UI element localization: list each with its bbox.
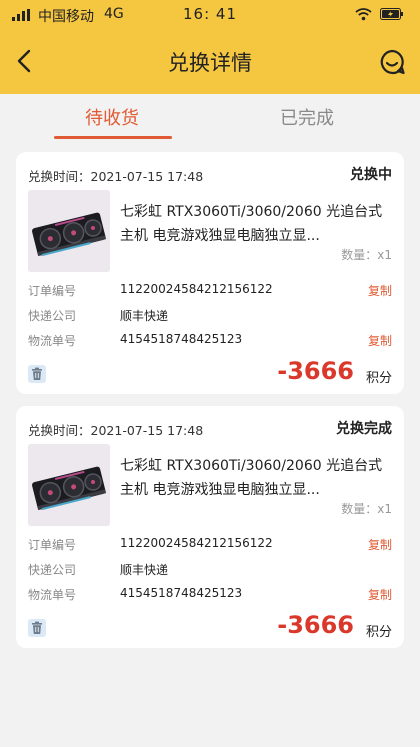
page-title: 兑换详情	[168, 51, 252, 75]
exchange-time-label: 兑换时间：	[28, 169, 91, 184]
wifi-icon	[355, 8, 372, 21]
product-name[interactable]: 七彩虹 RTX3060Ti/3060/2060 光追台式主机 电竞游戏独显电脑独…	[120, 454, 394, 502]
points-unit: 积分	[365, 625, 392, 640]
exchange-time: 兑换时间：2021-07-15 17:48	[28, 420, 203, 439]
order-number-value: 11220024584212156122	[120, 536, 273, 550]
product-image[interactable]	[28, 190, 110, 272]
copy-order-number-button[interactable]: 复制	[368, 282, 392, 299]
product-quantity: 数量：x1	[341, 248, 392, 262]
courier-value: 顺丰快递	[120, 309, 169, 323]
product-name[interactable]: 七彩虹 RTX3060Ti/3060/2060 光追台式主机 电竞游戏独显电脑独…	[120, 200, 394, 248]
customer-service-icon[interactable]	[378, 48, 406, 76]
copy-tracking-number-button[interactable]: 复制	[368, 332, 392, 349]
order-card[interactable]: 兑换时间：2021-07-15 17:48 兑换完成 七彩虹 RTX3060Ti…	[16, 406, 404, 648]
graphics-card-image	[28, 190, 110, 272]
tracking-number-value: 4154518748425123	[120, 332, 243, 346]
copy-tracking-number-button[interactable]: 复制	[368, 586, 392, 603]
graphics-card-image	[28, 444, 110, 526]
points-amount: -3666	[277, 611, 354, 639]
courier-label: 快递公司	[28, 563, 77, 577]
product-image[interactable]	[28, 444, 110, 526]
tab-completed[interactable]: 已完成	[280, 104, 334, 130]
header-bar: 中国移动 4G 16: 41 兑换详情	[0, 0, 420, 94]
tracking-number-label: 物流单号	[28, 588, 77, 602]
exchange-time-label: 兑换时间：	[28, 423, 91, 438]
order-tabs: 待收货 已完成	[0, 94, 420, 144]
order-status: 兑换中	[350, 167, 392, 183]
trash-icon[interactable]	[28, 365, 46, 383]
order-number-label: 订单编号	[28, 538, 77, 552]
status-bar: 中国移动 4G 16: 41	[0, 0, 420, 30]
order-card[interactable]: 兑换时间：2021-07-15 17:48 兑换中 七彩虹 RTX3060Ti/…	[16, 152, 404, 394]
order-number-label: 订单编号	[28, 284, 77, 298]
exchange-time-value: 2021-07-15 17:48	[90, 423, 204, 438]
product-quantity: 数量：x1	[341, 502, 392, 516]
points-unit: 积分	[365, 371, 392, 386]
order-status: 兑换完成	[336, 421, 392, 437]
exchange-time-value: 2021-07-15 17:48	[90, 169, 204, 184]
tracking-number-label: 物流单号	[28, 334, 77, 348]
nav-bar: 兑换详情	[0, 36, 420, 86]
battery-icon	[380, 8, 403, 20]
tab-pending-receipt[interactable]: 待收货	[85, 104, 139, 130]
order-number-value: 11220024584212156122	[120, 282, 273, 296]
courier-value: 顺丰快递	[120, 563, 169, 577]
trash-icon[interactable]	[28, 619, 46, 637]
active-tab-indicator	[54, 136, 172, 139]
exchange-time: 兑换时间：2021-07-15 17:48	[28, 166, 203, 185]
courier-label: 快递公司	[28, 309, 77, 323]
copy-order-number-button[interactable]: 复制	[368, 536, 392, 553]
points-amount: -3666	[277, 357, 354, 385]
tracking-number-value: 4154518748425123	[120, 586, 243, 600]
